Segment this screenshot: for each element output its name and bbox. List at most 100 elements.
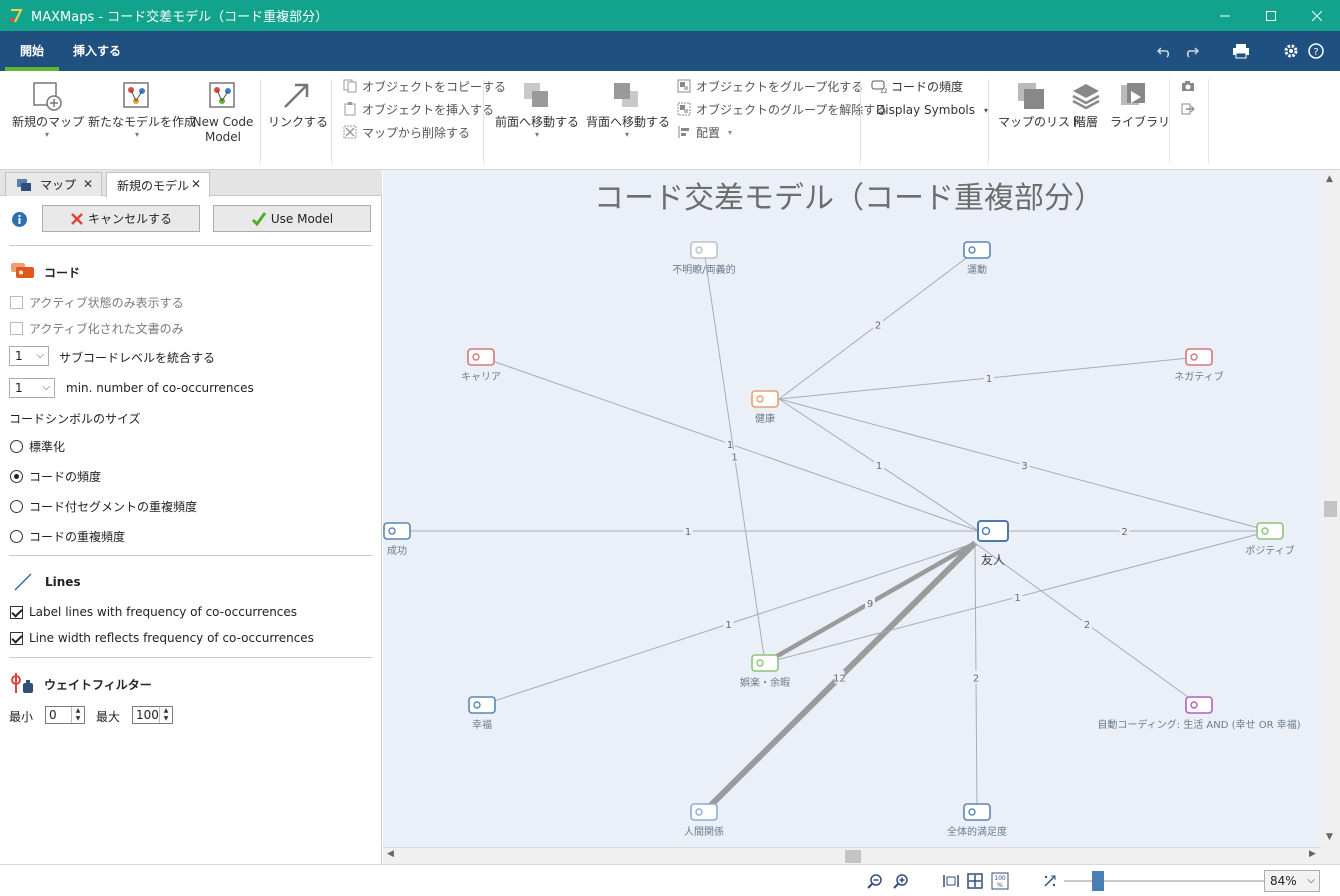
min-cooccurrence-select[interactable]: 1 ⌵ (9, 378, 55, 398)
info-icon[interactable] (11, 211, 28, 228)
code-node-satisfaction[interactable]: 全体的満足度 (947, 803, 1007, 838)
code-node-happiness[interactable]: 幸福 (468, 696, 496, 731)
code-frequency-button[interactable]: 123 コードの頻度 (871, 76, 963, 96)
scroll-left-icon[interactable]: ◀ (387, 849, 394, 859)
radio-segment-overlap-button[interactable] (10, 500, 23, 513)
new-model-button[interactable]: 新たなモデルを作成 ▾ (88, 77, 196, 140)
scrollbar-corner (1321, 847, 1340, 864)
fit-page-icon[interactable] (966, 872, 984, 890)
code-node-negative[interactable]: ネガティブ (1174, 348, 1224, 383)
tab-insert[interactable]: 挿入する (66, 31, 128, 71)
map-graph[interactable]: コード交差モデル（コード重複部分） 211 3111 21912221 不明瞭/両義… (383, 170, 1321, 847)
zoom-out-icon[interactable] (866, 872, 884, 890)
maximize-button[interactable] (1248, 0, 1294, 31)
min-weight-spinner[interactable]: 0 ▲ ▼ (45, 706, 85, 724)
code-node-success[interactable]: 成功 (383, 522, 411, 557)
link-button[interactable]: リンクする (268, 77, 328, 130)
map-list-button[interactable]: マップのリスト (998, 77, 1082, 130)
code-node-relationships[interactable]: 人間関係 (684, 803, 724, 838)
spinner-arrows-icon[interactable]: ▲ ▼ (71, 707, 84, 723)
panel-tab-new-model[interactable]: 新規のモデル ✕ (106, 172, 210, 197)
close-tab-icon[interactable]: ✕ (83, 177, 93, 191)
radio-standardized[interactable]: 標準化 (10, 438, 65, 455)
arrange-dropdown[interactable]: 配置 ▾ (676, 122, 732, 142)
undo-icon[interactable] (1155, 41, 1175, 61)
remove-from-map-button[interactable]: マップから削除する (342, 122, 470, 142)
min-cooccurrence-label: min. number of co-occurrences (66, 381, 254, 395)
cancel-button[interactable]: キャンセルする (42, 205, 200, 232)
horizontal-scroll-thumb[interactable] (845, 850, 861, 863)
panel-tab-maps[interactable]: マップ ✕ (5, 172, 102, 196)
bring-forward-button[interactable]: 前面へ移動する ▾ (495, 77, 579, 140)
scroll-right-icon[interactable]: ▶ (1309, 849, 1316, 859)
ungroup-objects-button[interactable]: オブジェクトのグループを解除する (676, 99, 887, 119)
send-backward-button[interactable]: 背面へ移動する ▾ (586, 77, 670, 140)
code-node-friend[interactable]: 友人 (977, 520, 1009, 567)
vertical-scrollbar[interactable]: ▲ ▼ (1321, 170, 1340, 847)
arrange-label: 配置 (696, 125, 721, 140)
spinner-arrows-icon[interactable]: ▲ ▼ (159, 707, 172, 723)
minimize-button[interactable] (1202, 0, 1248, 31)
subcode-level-select[interactable]: 1 ⌵ (9, 346, 49, 366)
label-lines-option[interactable]: Label lines with frequency of co-occurre… (10, 605, 297, 619)
display-symbols-dropdown[interactable]: Display Symbols ▾ (876, 100, 988, 120)
zoom-level-select[interactable]: 84% ⌵ (1264, 870, 1320, 892)
weight-filter-icon (11, 673, 33, 693)
copy-object-button[interactable]: オブジェクトをコピーする (342, 76, 506, 96)
edge-weight-label: 2 (875, 321, 881, 332)
scroll-down-icon[interactable]: ▼ (1326, 832, 1333, 842)
tab-start[interactable]: 開始 (5, 31, 59, 71)
radio-standardized-label: 標準化 (29, 440, 66, 454)
print-icon[interactable] (1231, 41, 1251, 61)
export-button[interactable] (1180, 99, 1200, 119)
help-icon[interactable]: ? (1306, 41, 1326, 61)
new-code-model-button[interactable]: New Code Model (192, 77, 254, 145)
code-node-career[interactable]: キャリア (461, 348, 501, 383)
zoom-in-icon[interactable] (892, 872, 910, 890)
code-node-positive[interactable]: ポジティブ (1245, 522, 1295, 557)
code-node-autocode[interactable]: 自動コーディング: 生活 AND (幸せ OR 幸福) (1097, 696, 1301, 731)
zoom-slider-thumb[interactable] (1092, 871, 1104, 891)
reset-zoom-icon[interactable] (1041, 872, 1059, 890)
label-lines-checkbox[interactable] (10, 605, 23, 619)
fit-width-icon[interactable] (942, 872, 960, 890)
only-active-option[interactable]: アクティブ状態のみ表示する (10, 294, 184, 311)
screenshot-button[interactable] (1180, 76, 1200, 96)
group-objects-button[interactable]: オブジェクトをグループ化する (676, 76, 863, 96)
scroll-up-icon[interactable]: ▲ (1326, 174, 1333, 184)
radio-standardized-button[interactable] (10, 440, 23, 453)
close-tab-icon[interactable]: ✕ (191, 177, 201, 191)
horizontal-scrollbar[interactable]: ◀ ▶ (383, 847, 1321, 864)
bring-forward-label: 前面へ移動する (495, 115, 580, 129)
insert-object-button[interactable]: オブジェクトを挿入する (342, 99, 494, 119)
radio-code-frequency[interactable]: コードの頻度 (10, 468, 101, 485)
new-map-button[interactable]: 新規のマップ ▾ (12, 77, 84, 140)
settings-gear-icon[interactable] (1281, 41, 1301, 61)
redo-icon[interactable] (1181, 41, 1201, 61)
code-node-unclear[interactable]: 不明瞭/両義的 (672, 241, 736, 276)
radio-segment-overlap[interactable]: コード付セグメントの重複頻度 (10, 498, 197, 515)
max-weight-spinner[interactable]: 100 ▲ ▼ (132, 706, 173, 724)
library-button[interactable]: ライブラリ (1110, 77, 1170, 130)
copy-object-label: オブジェクトをコピーする (362, 79, 507, 94)
line-width-option[interactable]: Line width reflects frequency of co-occu… (10, 631, 314, 645)
radio-code-overlap[interactable]: コードの重複頻度 (10, 528, 125, 545)
radio-code-frequency-button[interactable] (10, 470, 23, 483)
map-canvas[interactable]: コード交差モデル（コード重複部分） 2 1 1 3 1 1 1 2 1 9 12 2 2 1 不明瞭/両義… (383, 170, 1321, 847)
use-model-button[interactable]: Use Model (213, 205, 371, 232)
close-window-button[interactable] (1294, 0, 1340, 31)
radio-code-overlap-button[interactable] (10, 530, 23, 543)
layers-button[interactable]: 階層 (1068, 77, 1104, 130)
vertical-scroll-thumb[interactable] (1324, 501, 1337, 517)
line-width-checkbox[interactable] (10, 631, 23, 645)
code-node-exercise[interactable]: 運動 (963, 241, 991, 276)
code-node-leisure[interactable]: 娯楽・余暇 (740, 654, 790, 689)
zoom-100-icon[interactable]: 100% (991, 872, 1009, 890)
edge-weight-label: 2 (1121, 527, 1127, 538)
only-active-checkbox[interactable] (10, 296, 23, 309)
only-active-docs-option[interactable]: アクティブ化された文書のみ (10, 320, 184, 337)
code-node-health[interactable]: 健康 (751, 390, 779, 425)
code-tag-icon (1185, 348, 1213, 366)
code-tag-icon (751, 390, 779, 408)
only-active-docs-checkbox[interactable] (10, 322, 23, 335)
